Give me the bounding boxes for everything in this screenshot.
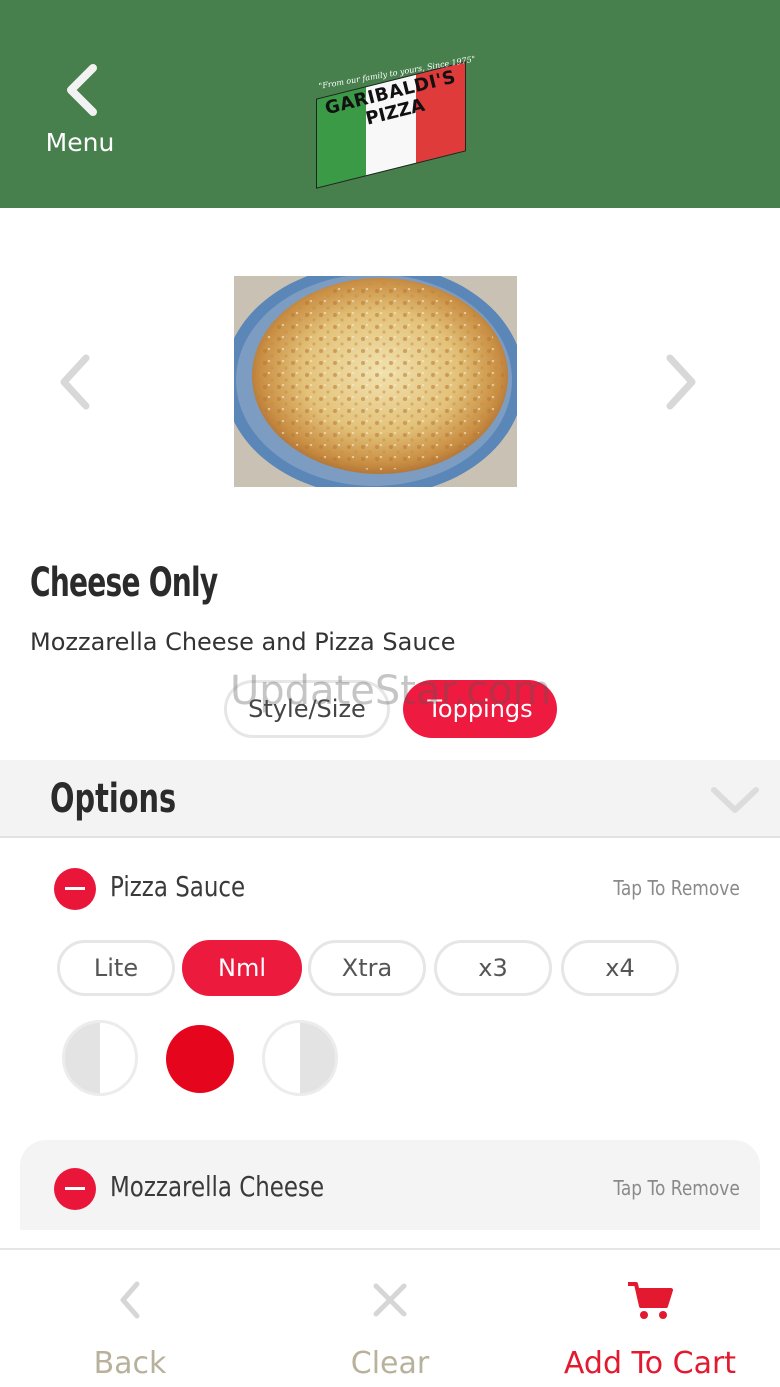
chevron-left-icon — [120, 1281, 140, 1319]
amount-option-x4[interactable]: x4 — [561, 940, 679, 996]
remove-topping-icon[interactable] — [54, 868, 96, 910]
add-to-cart-button[interactable]: Add To Cart — [540, 1250, 760, 1387]
back-button[interactable]: Back — [30, 1250, 230, 1387]
close-icon — [373, 1283, 407, 1317]
menu-back-label: Menu — [45, 128, 115, 157]
previous-image-chevron-icon[interactable] — [56, 352, 96, 412]
bottom-action-bar: Back Clear Add To Cart — [0, 1248, 780, 1387]
amount-option-lite[interactable]: Lite — [57, 940, 175, 996]
cheese-pizza-illustration — [234, 276, 517, 487]
chevron-down-icon — [711, 787, 759, 813]
options-title: Options — [50, 776, 177, 822]
tap-to-remove-link[interactable]: Tap To Remove — [614, 876, 740, 900]
cart-icon — [628, 1282, 673, 1319]
options-section-header[interactable]: Options — [0, 760, 780, 838]
topping-row-mozzarella-cheese: Mozzarella Cheese Tap To Remove — [0, 1158, 780, 1218]
amount-option-normal[interactable]: Nml — [182, 940, 302, 996]
back-label: Back — [93, 1346, 167, 1381]
garibaldis-logo: "From our family to yours, Since 1975" G… — [312, 40, 476, 189]
menu-back-button[interactable]: Menu — [30, 58, 130, 168]
remove-topping-icon[interactable] — [54, 1168, 96, 1210]
pizza-image — [234, 276, 517, 487]
whole-portion-icon[interactable] — [166, 1025, 234, 1093]
item-description: Mozzarella Cheese and Pizza Sauce — [30, 628, 456, 656]
clear-label: Clear — [350, 1346, 430, 1381]
chevron-left-icon — [67, 64, 97, 116]
item-title: Cheese Only — [30, 560, 218, 606]
amount-option-x3[interactable]: x3 — [434, 940, 552, 996]
next-image-chevron-icon[interactable] — [660, 352, 700, 412]
topping-name: Mozzarella Cheese — [110, 1170, 325, 1203]
left-half-portion-icon[interactable] — [62, 1020, 138, 1096]
clear-button[interactable]: Clear — [290, 1250, 490, 1387]
topping-row-pizza-sauce: Pizza Sauce Tap To Remove — [0, 858, 780, 918]
tap-to-remove-link[interactable]: Tap To Remove — [614, 1176, 740, 1200]
tab-style-size[interactable]: Style/Size — [224, 680, 390, 738]
topping-name: Pizza Sauce — [110, 870, 246, 903]
add-to-cart-label: Add To Cart — [563, 1346, 737, 1381]
tab-toppings[interactable]: Toppings — [403, 680, 557, 738]
app-header: Menu "From our family to yours, Since 19… — [0, 0, 780, 208]
amount-option-extra[interactable]: Xtra — [308, 940, 426, 996]
right-half-portion-icon[interactable] — [262, 1020, 338, 1096]
